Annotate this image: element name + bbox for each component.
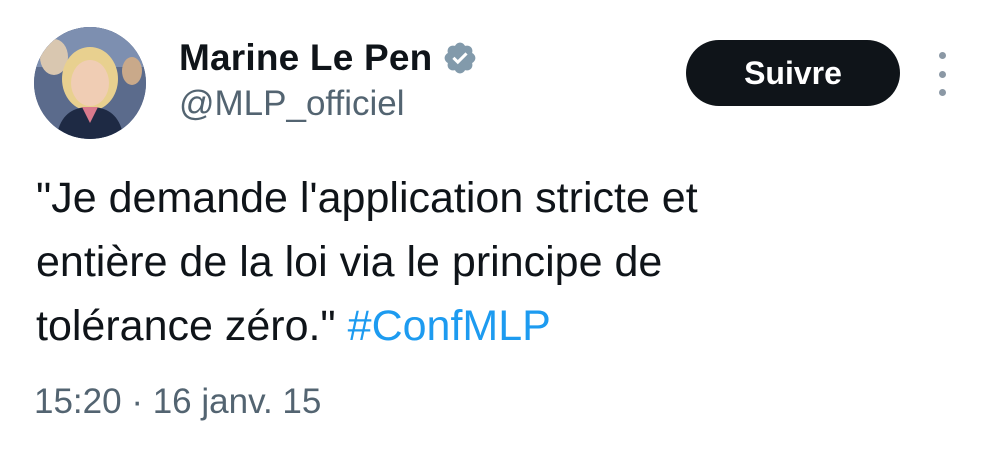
more-vertical-icon[interactable] (930, 52, 954, 96)
hashtag-link[interactable]: #ConfMLP (348, 302, 551, 350)
follow-button[interactable]: Suivre (686, 40, 900, 106)
display-name[interactable]: Marine Le Pen (179, 34, 432, 82)
tweet-card: Marine Le Pen @MLP_officiel Suivre "Je d… (0, 0, 1000, 453)
tweet-date: 16 janv. 15 (152, 382, 322, 421)
tweet-text-fragment: tolérance zéro." (36, 302, 336, 350)
more-dot (938, 52, 946, 59)
tweet-timestamp[interactable]: 15:20 · 16 janv. 15 (34, 380, 321, 424)
tweet-text-line: "Je demande l'application stricte et (36, 174, 698, 222)
author-name-row: Marine Le Pen (179, 34, 478, 82)
tweet-time: 15:20 (34, 382, 122, 421)
avatar[interactable] (34, 27, 146, 139)
tweet-text: "Je demande l'application stricte et ent… (36, 166, 936, 358)
tweet-text-line: entière de la loi via le principe de (36, 238, 663, 286)
tweet-text-line-last: tolérance zéro." #ConfMLP (36, 294, 936, 358)
meta-separator: · (131, 382, 143, 421)
user-handle[interactable]: @MLP_officiel (179, 82, 405, 126)
verified-badge-icon (442, 40, 478, 76)
more-dot (938, 70, 946, 78)
more-dot (938, 89, 946, 96)
avatar-image (34, 27, 146, 139)
